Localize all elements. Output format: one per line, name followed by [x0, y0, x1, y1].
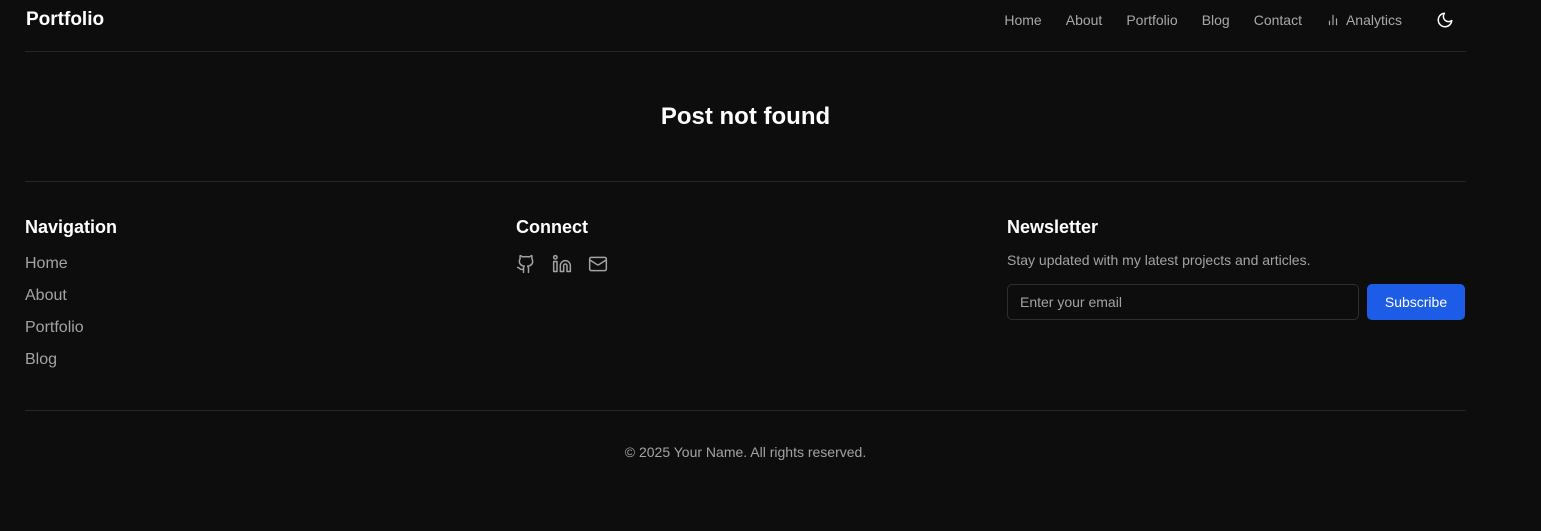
social-links — [516, 254, 608, 274]
footer-connect: Connect — [516, 217, 608, 274]
footer-navigation-title: Navigation — [25, 217, 118, 237]
footer-connect-title: Connect — [516, 217, 588, 237]
brand-logo[interactable]: Portfolio — [26, 9, 104, 31]
site-header: Portfolio Home About Portfolio Blog Cont… — [25, 0, 1466, 52]
bar-chart-icon — [1328, 14, 1338, 26]
subscribe-button[interactable]: Subscribe — [1367, 284, 1465, 320]
main-content: Post not found — [25, 53, 1466, 182]
nav-link-about[interactable]: About — [1066, 12, 1103, 28]
nav-link-blog[interactable]: Blog — [1202, 12, 1230, 28]
theme-toggle-button[interactable] — [1436, 11, 1454, 29]
nav-link-analytics[interactable]: Analytics — [1326, 12, 1402, 28]
newsletter-description: Stay updated with my latest projects and… — [1007, 252, 1311, 268]
nav-link-contact[interactable]: Contact — [1254, 12, 1302, 28]
copyright-text: © 2025 Your Name. All rights reserved. — [624, 444, 867, 460]
footer-link-blog[interactable]: Blog — [25, 352, 117, 384]
footer-nav-list: Home About Portfolio Blog — [25, 256, 117, 384]
main-nav: Home About Portfolio Blog Contact Analyt… — [1004, 12, 1402, 28]
newsletter-form: Subscribe — [1007, 284, 1466, 320]
footer-link-home[interactable]: Home — [25, 256, 117, 288]
nav-link-portfolio[interactable]: Portfolio — [1126, 12, 1177, 28]
email-input[interactable] — [1007, 284, 1359, 320]
github-icon[interactable] — [516, 254, 536, 274]
footer-newsletter-title: Newsletter — [1007, 217, 1099, 237]
nav-link-analytics-label: Analytics — [1345, 12, 1402, 28]
moon-icon — [1437, 12, 1453, 28]
linkedin-icon[interactable] — [552, 254, 572, 274]
nav-link-home[interactable]: Home — [1004, 12, 1041, 28]
footer-navigation: Navigation Home About Portfolio Blog — [25, 217, 117, 384]
page-title: Post not found — [660, 103, 831, 130]
footer-link-about[interactable]: About — [25, 288, 117, 320]
mail-icon[interactable] — [588, 254, 608, 274]
footer-newsletter: Newsletter Stay updated with my latest p… — [1007, 217, 1466, 320]
site-footer: Navigation Home About Portfolio Blog Con… — [25, 182, 1466, 411]
footer-link-portfolio[interactable]: Portfolio — [25, 320, 117, 352]
